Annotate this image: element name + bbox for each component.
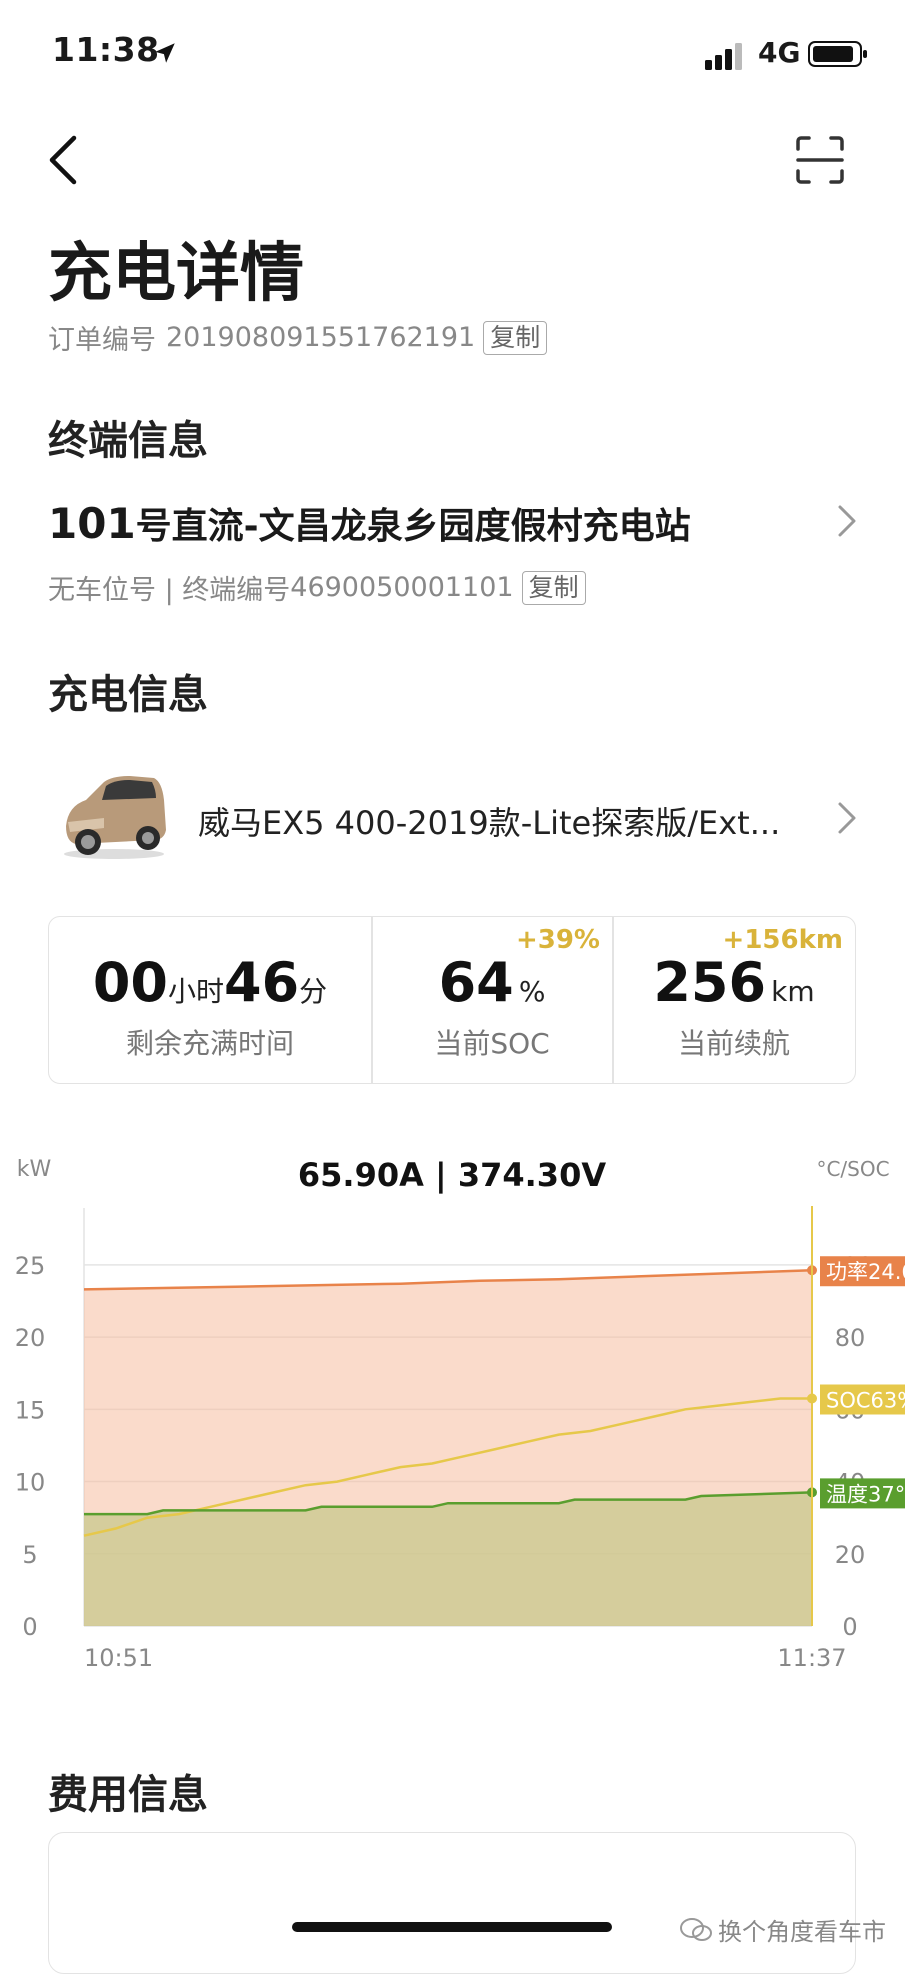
watermark-text: 换个角度看车市 [718,1918,886,1946]
y-left-tick-label: 15 [15,1396,46,1424]
terminal-detail-row: 无车位号 | 终端编号 4690050001101 复制 [48,568,586,607]
hours-unit: 小时 [167,975,224,1008]
order-label: 订单编号 [48,325,156,356]
range-unit: km [771,975,815,1008]
soc-data-label: SOC63% [826,1389,905,1413]
cost-card [48,1832,856,1974]
y-left-tick-label: 20 [15,1324,46,1352]
station-name: 号直流-文昌龙泉乡园度假村充电站 [135,506,691,547]
charging-stats-card: 00小时46分 剩余充满时间 +39% 64 % 当前SOC +156km 25… [48,916,856,1084]
car-image [64,776,166,859]
station-number: 101 [48,498,136,548]
charging-section-title: 充电信息 [48,672,208,718]
station-row[interactable]: 101 号直流-文昌龙泉乡园度假村充电站 [48,495,858,551]
copy-order-button[interactable]: 复制 [483,320,548,355]
order-number: 20190809155176219​1 [166,322,476,353]
y-right-tick-label: 20 [835,1541,866,1569]
vehicle-name: 威马EX5 400-2019款-Lite探索版/Ext... [198,804,781,842]
y-left-axis-label: kW [17,1157,52,1182]
range-value: 256 [653,951,767,1014]
range-stat: +156km 256 km 当前续航 [613,917,855,1083]
remaining-time-stat: 00小时46分 剩余充满时间 [49,917,371,1083]
temperature-data-label: 温度37°C [826,1482,905,1506]
network-type: 4G [758,36,801,69]
x-tick-label: 11:37 [777,1644,846,1672]
terminal-number: 4690050001101 [290,572,514,603]
soc-label: 当前SOC [434,1027,550,1060]
terminal-detail-prefix: 无车位号 | 终端编号 [48,575,291,606]
soc-unit: % [518,975,546,1008]
vehicle-row[interactable]: 威马EX5 400-2019款-Lite探索版/Ext... [48,760,858,878]
y-right-axis-label: °C/SOC [816,1157,889,1181]
range-delta: +156km [722,925,843,955]
remaining-minutes: 46 [224,951,300,1014]
power-data-label: 功率24.63kW [826,1260,905,1284]
y-left-tick-label: 25 [15,1252,46,1280]
cellular-signal-icon [705,43,742,70]
y-right-tick-label: 80 [835,1324,866,1352]
soc-stat: +39% 64 % 当前SOC [372,917,612,1083]
scan-icon[interactable] [795,135,845,185]
remaining-hours: 00 [92,951,168,1014]
chevron-right-icon [838,802,856,834]
back-icon[interactable] [40,130,90,190]
y-left-tick-label: 0 [22,1613,37,1641]
minutes-unit: 分 [299,975,328,1008]
range-label: 当前续航 [677,1027,790,1060]
charging-chart[interactable]: 0510152025020406080100kW°C/SOC65.90A | 3… [0,1130,905,1690]
cost-section-title: 费用信息 [48,1772,208,1818]
remaining-time-label: 剩余充满时间 [125,1027,294,1060]
temperature-area [84,1492,812,1626]
watermark: 换个角度看车市 [680,1912,886,1947]
x-tick-label: 10:51 [84,1644,153,1672]
order-row: 订单编号 20190809155176219​1 复制 [48,318,548,357]
location-arrow-icon [155,43,175,63]
y-left-tick-label: 5 [22,1541,37,1569]
y-right-tick-label: 0 [842,1613,857,1641]
wechat-icon [680,1917,712,1941]
chart-title: 65.90A | 374.30V [298,1156,606,1195]
soc-value: 64 [438,951,514,1014]
page-title: 充电详情 [48,237,304,311]
terminal-section-title: 终端信息 [48,418,208,464]
battery-icon [808,41,867,67]
chevron-right-icon [838,505,856,537]
soc-delta: +39% [515,925,600,955]
home-indicator[interactable] [292,1922,612,1932]
y-left-tick-label: 10 [15,1469,46,1497]
copy-terminal-button[interactable]: 复制 [521,570,586,605]
status-time: 11:38 [52,30,160,69]
